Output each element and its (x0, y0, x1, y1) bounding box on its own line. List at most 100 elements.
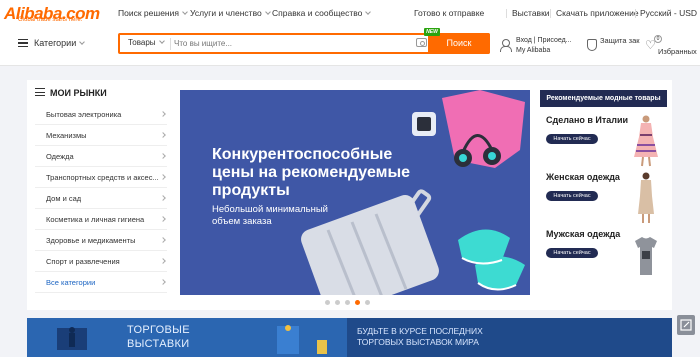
chevron-right-icon (160, 174, 166, 180)
divider (506, 9, 507, 18)
market-item-electronics[interactable]: Бытовая электроника (35, 104, 167, 125)
signin-link[interactable]: Вход | Присоед... (516, 36, 572, 46)
chevron-down-icon (79, 39, 86, 45)
trade-shows-subtitle-2: ТОРГОВЫХ ВЫСТАВОК МИРА (357, 337, 479, 347)
chevron-right-icon (160, 237, 166, 243)
market-label: Дом и сад (46, 194, 82, 203)
top-bar: Alibaba.com Global trade starts here. По… (0, 0, 700, 28)
tshirt-image (635, 237, 657, 275)
market-item-home-garden[interactable]: Дом и сад (35, 188, 167, 209)
carousel-dot[interactable] (325, 300, 330, 305)
new-badge: NEW (424, 28, 440, 36)
carousel-dot[interactable] (365, 300, 370, 305)
nav-services[interactable]: Услуги и членство (190, 8, 271, 18)
chevron-right-icon (160, 216, 166, 222)
divider (550, 9, 551, 18)
header: Категории Товары Поиск NEW Вход | Присое… (0, 28, 700, 66)
trade-show-banner[interactable]: ТОРГОВЫЕ ВЫСТАВКИ БУДЬТЕ В КУРСЕ ПОСЛЕДН… (27, 318, 672, 357)
banner-headline-1: Конкурентоспособные (212, 146, 393, 163)
main-panel: МОИ РЫНКИ Бытовая электроника Механизмы … (27, 80, 672, 310)
nav-download-app[interactable]: Скачать приложение (556, 8, 639, 18)
dress-image (634, 115, 658, 167)
nav-trade-shows[interactable]: Выставки (512, 8, 550, 18)
market-label: Транспортных средств и аксес... (46, 173, 159, 182)
chevron-down-icon (264, 9, 271, 15)
market-item-machinery[interactable]: Механизмы (35, 125, 167, 146)
categories-label: Категории (34, 38, 77, 48)
womens-clothing-image (638, 172, 654, 223)
market-item-health[interactable]: Здоровье и медикаменты (35, 230, 167, 251)
shield-icon[interactable] (587, 39, 597, 51)
market-label: Косметика и личная гигиена (46, 215, 145, 224)
logo-tagline: Global trade starts here. (18, 17, 83, 23)
fashion-block-title: Сделано в Италии (546, 115, 629, 125)
categories-menu[interactable]: Категории (18, 38, 86, 48)
carousel-dot[interactable] (335, 300, 340, 305)
search-bar: Товары Поиск (118, 33, 490, 54)
market-label: Одежда (46, 152, 74, 161)
trade-shows-subtitle-1: БУДЬТЕ В КУРСЕ ПОСЛЕДНИХ (357, 326, 483, 336)
favorites-link[interactable]: Избранных (658, 47, 697, 57)
nav-label: Услуги и членство (190, 8, 262, 18)
nav-label: Справка и сообщество (272, 8, 363, 18)
divider (635, 9, 636, 18)
search-category-label: Товары (128, 38, 156, 47)
nav-find-solutions[interactable]: Поиск решения (118, 8, 188, 18)
shop-now-button[interactable]: Начать сейчас (546, 248, 598, 258)
markets-list: Бытовая электроника Механизмы Одежда Тра… (35, 104, 167, 293)
divider (170, 38, 171, 50)
my-markets-label: МОИ РЫНКИ (50, 88, 107, 98)
hero-banner[interactable]: Конкурентоспособные цены на рекомендуемы… (180, 90, 530, 295)
carousel-dot-active[interactable] (355, 300, 360, 305)
chevron-right-icon (160, 195, 166, 201)
market-item-vehicles[interactable]: Транспортных средств и аксес... (35, 167, 167, 188)
chevron-down-icon (182, 9, 188, 15)
market-label: Бытовая электроника (46, 110, 122, 119)
fashion-block-title: Женская одежда (546, 172, 620, 182)
chevron-down-icon (158, 38, 165, 44)
fashion-block-italy[interactable]: Сделано в Италии Начать сейчас (540, 115, 667, 171)
banner-headline-2: цены на рекомендуемые (212, 164, 411, 181)
carousel-dot[interactable] (345, 300, 350, 305)
favorites-count: 0 (654, 35, 662, 43)
chevron-right-icon (160, 111, 166, 117)
user-icon[interactable] (499, 39, 512, 52)
market-label: Механизмы (46, 131, 87, 140)
chevron-right-icon (160, 153, 166, 159)
my-markets-title: МОИ РЫНКИ (35, 88, 107, 98)
chevron-right-icon (160, 258, 166, 264)
nav-label: Поиск решения (118, 8, 179, 18)
shop-now-button[interactable]: Начать сейчас (546, 191, 598, 201)
language-label: Русский - USD (640, 8, 698, 18)
chevron-right-icon (160, 279, 166, 285)
my-alibaba-link[interactable]: My Alibaba (516, 46, 572, 56)
market-label: Все категории (46, 278, 96, 287)
trade-assurance-link[interactable]: Защита зака (600, 36, 640, 46)
market-item-all-categories[interactable]: Все категории (35, 272, 167, 293)
shop-now-button[interactable]: Начать сейчас (546, 134, 598, 144)
market-label: Спорт и развлечения (46, 257, 120, 266)
banner-subtitle-1: Небольшой минимальный (212, 204, 328, 215)
camera-icon[interactable] (416, 38, 427, 47)
menu-icon (18, 39, 28, 47)
search-category-select[interactable]: Товары (128, 38, 165, 47)
carousel-dots (325, 300, 385, 306)
market-item-sports[interactable]: Спорт и развлечения (35, 251, 167, 272)
nav-help[interactable]: Справка и сообщество (272, 8, 372, 18)
alibaba-logo[interactable]: Alibaba.com Global trade starts here. (4, 2, 104, 24)
language-currency-selector[interactable]: Русский - USD (640, 8, 700, 18)
search-button[interactable]: Поиск (428, 33, 490, 54)
fashion-header: Рекомендуемые модные товары (540, 90, 667, 107)
nav-ready-to-ship[interactable]: Готово к отправке (414, 8, 484, 18)
market-item-beauty[interactable]: Косметика и личная гигиена (35, 209, 167, 230)
fashion-block-men[interactable]: Мужская одежда Начать сейчас (540, 229, 667, 285)
feedback-icon (680, 319, 692, 331)
market-label: Здоровье и медикаменты (46, 236, 136, 245)
banner-headline-3: продукты (212, 182, 290, 199)
account-menu[interactable]: Вход | Присоед... My Alibaba (516, 36, 572, 56)
market-item-apparel[interactable]: Одежда (35, 146, 167, 167)
feedback-button[interactable] (677, 315, 695, 335)
fashion-block-women[interactable]: Женская одежда Начать сейчас (540, 172, 667, 228)
trade-shows-title-2: ВЫСТАВКИ (127, 338, 190, 350)
chevron-down-icon (365, 9, 372, 15)
